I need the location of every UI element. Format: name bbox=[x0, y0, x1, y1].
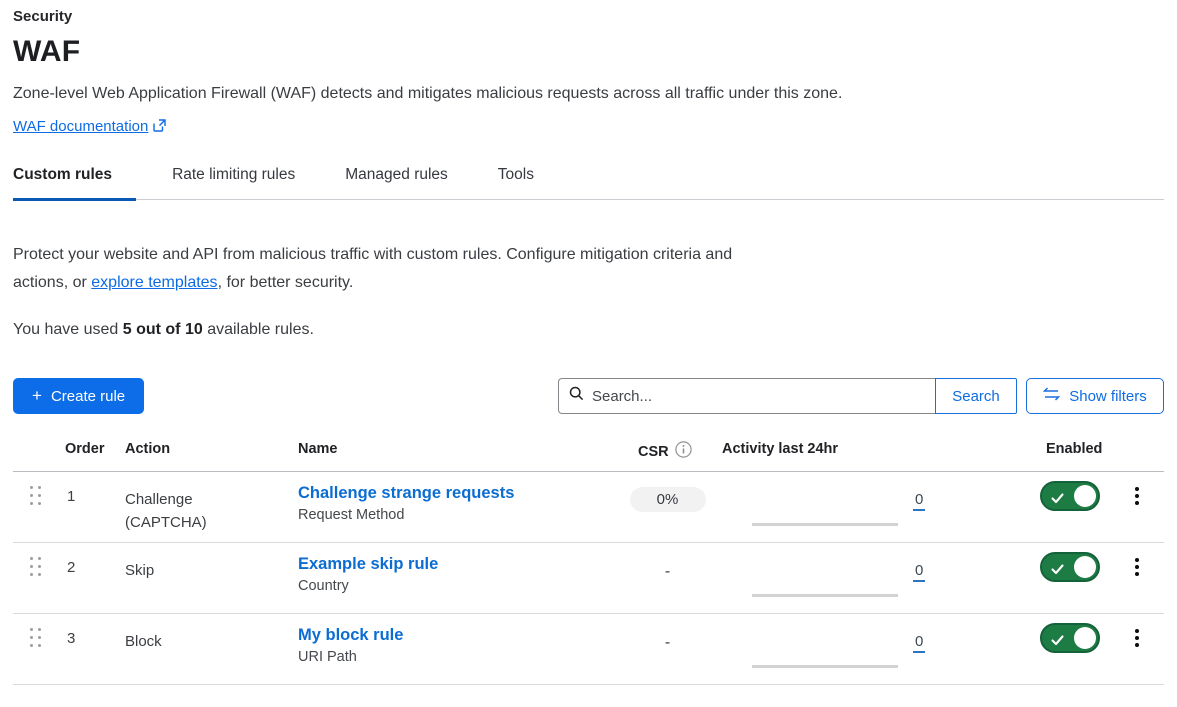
rule-name-link[interactable]: Example skip rule bbox=[298, 555, 438, 574]
show-filters-button[interactable]: Show filters bbox=[1026, 378, 1164, 414]
drag-handle-icon[interactable] bbox=[13, 472, 57, 506]
tab-managed-rules[interactable]: Managed rules bbox=[331, 166, 462, 199]
enabled-toggle[interactable] bbox=[1040, 552, 1100, 582]
breadcrumb: Security bbox=[13, 8, 1164, 25]
rule-field: Country bbox=[298, 578, 625, 594]
create-rule-label: Create rule bbox=[51, 388, 125, 405]
rule-activity: 0 bbox=[710, 543, 1033, 613]
rule-csr: 0% bbox=[625, 472, 710, 512]
rule-name-link[interactable]: My block rule bbox=[298, 626, 403, 645]
kebab-menu-icon[interactable] bbox=[1131, 483, 1143, 509]
csr-badge: 0% bbox=[630, 487, 706, 512]
tab-tools[interactable]: Tools bbox=[484, 166, 548, 199]
activity-count-link[interactable]: 0 bbox=[913, 491, 925, 511]
column-header-name: Name bbox=[286, 441, 625, 457]
column-header-order: Order bbox=[57, 441, 112, 457]
intro-after: , for better security. bbox=[218, 274, 354, 291]
activity-sparkline bbox=[752, 665, 898, 668]
rules-toolbar: + Create rule Search Show filters bbox=[13, 378, 1164, 414]
drag-handle-icon[interactable] bbox=[13, 543, 57, 577]
toggle-knob bbox=[1074, 627, 1096, 649]
waf-page: Security WAF Zone-level Web Application … bbox=[0, 0, 1177, 707]
rule-csr: - bbox=[625, 543, 710, 581]
waf-documentation-link[interactable]: WAF documentation bbox=[13, 118, 148, 135]
toggle-knob bbox=[1074, 556, 1096, 578]
kebab-menu-icon[interactable] bbox=[1131, 554, 1143, 580]
table-row: 3 Block My block rule URI Path - 0 bbox=[13, 614, 1164, 685]
page-description: Zone-level Web Application Firewall (WAF… bbox=[13, 85, 1164, 103]
create-rule-button[interactable]: + Create rule bbox=[13, 378, 144, 414]
plus-icon: + bbox=[32, 386, 42, 406]
usage-suffix: available rules. bbox=[203, 321, 314, 338]
rule-order: 2 bbox=[57, 543, 112, 576]
enabled-toggle[interactable] bbox=[1040, 623, 1100, 653]
table-row: 1 Challenge (CAPTCHA) Challenge strange … bbox=[13, 472, 1164, 543]
external-link-icon bbox=[153, 119, 166, 137]
toggle-knob bbox=[1074, 485, 1096, 507]
activity-count-link[interactable]: 0 bbox=[913, 633, 925, 653]
search-icon bbox=[569, 386, 584, 406]
activity-count-link[interactable]: 0 bbox=[913, 562, 925, 582]
search-button[interactable]: Search bbox=[935, 378, 1017, 414]
rule-action: Block bbox=[112, 614, 286, 653]
check-icon bbox=[1051, 633, 1064, 651]
rule-name-link[interactable]: Challenge strange requests bbox=[298, 484, 514, 503]
rule-csr: - bbox=[625, 614, 710, 652]
enabled-toggle[interactable] bbox=[1040, 481, 1100, 511]
csr-value: - bbox=[665, 558, 670, 581]
usage-count: 5 out of 10 bbox=[123, 321, 203, 338]
tab-custom-rules[interactable]: Custom rules bbox=[13, 166, 136, 199]
rule-action: Challenge (CAPTCHA) bbox=[112, 472, 286, 534]
column-header-enabled: Enabled bbox=[1033, 441, 1110, 457]
rule-activity: 0 bbox=[710, 614, 1033, 684]
explore-templates-link[interactable]: explore templates bbox=[91, 274, 217, 291]
tab-bar: Custom rules Rate limiting rules Managed… bbox=[13, 166, 1164, 200]
show-filters-label: Show filters bbox=[1069, 388, 1147, 405]
csr-label: CSR bbox=[638, 444, 669, 460]
intro-text: Protect your website and API from malici… bbox=[13, 241, 761, 297]
page-title: WAF bbox=[13, 35, 1164, 69]
usage-prefix: You have used bbox=[13, 321, 123, 338]
info-icon[interactable] bbox=[675, 441, 692, 462]
swap-arrows-icon bbox=[1043, 387, 1060, 405]
rule-action: Skip bbox=[112, 543, 286, 582]
rule-field: Request Method bbox=[298, 507, 625, 523]
search-box bbox=[558, 378, 935, 414]
check-icon bbox=[1051, 491, 1064, 509]
rule-order: 3 bbox=[57, 614, 112, 647]
check-icon bbox=[1051, 562, 1064, 580]
table-header-row: Order Action Name CSR Activity last 24hr… bbox=[13, 435, 1164, 472]
rule-activity: 0 bbox=[710, 472, 1033, 542]
column-header-action: Action bbox=[112, 441, 286, 457]
column-header-activity: Activity last 24hr bbox=[710, 441, 1033, 457]
table-row: 2 Skip Example skip rule Country - 0 bbox=[13, 543, 1164, 614]
activity-sparkline bbox=[752, 594, 898, 597]
usage-text: You have used 5 out of 10 available rule… bbox=[13, 321, 1164, 339]
drag-handle-icon[interactable] bbox=[13, 614, 57, 648]
rule-field: URI Path bbox=[298, 649, 625, 665]
csr-value: - bbox=[665, 629, 670, 652]
kebab-menu-icon[interactable] bbox=[1131, 625, 1143, 651]
custom-rules-table: Order Action Name CSR Activity last 24hr… bbox=[13, 435, 1164, 685]
rule-order: 1 bbox=[57, 472, 112, 505]
activity-sparkline bbox=[752, 523, 898, 526]
search-input[interactable] bbox=[592, 388, 925, 405]
tab-rate-limiting-rules[interactable]: Rate limiting rules bbox=[158, 166, 309, 199]
column-header-csr: CSR bbox=[625, 441, 710, 462]
